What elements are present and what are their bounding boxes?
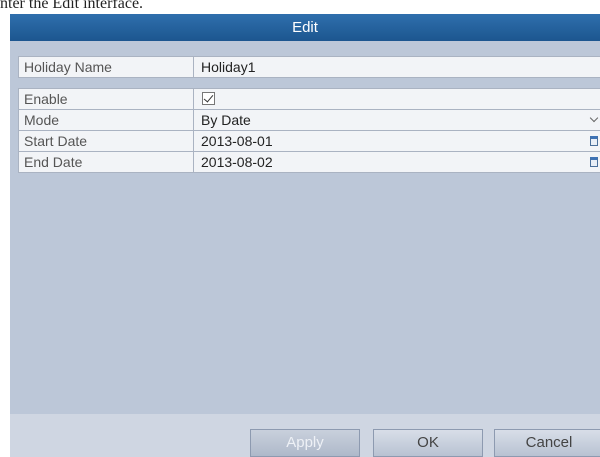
dialog-title: Edit (10, 14, 600, 41)
end-date-label: End Date (19, 152, 194, 172)
holiday-name-field[interactable]: Holiday1 (201, 57, 255, 77)
mode-select[interactable]: By Date (201, 110, 251, 130)
calendar-icon[interactable] (590, 157, 598, 167)
dialog-footer: Apply OK Cancel (10, 414, 600, 457)
start-date-row: Start Date 2013-08-01 (18, 130, 600, 152)
checkmark-icon (203, 92, 214, 103)
chevron-down-icon[interactable] (589, 113, 599, 123)
cancel-button[interactable]: Cancel (494, 429, 600, 457)
start-date-label: Start Date (19, 131, 194, 151)
mode-label: Mode (19, 110, 194, 130)
caption-text: nter the Edit interface. (0, 0, 144, 9)
apply-button[interactable]: Apply (250, 429, 360, 457)
end-date-field[interactable]: 2013-08-02 (201, 152, 273, 172)
calendar-icon[interactable] (590, 136, 598, 146)
mode-row: Mode By Date (18, 109, 600, 131)
holiday-name-row: Holiday Name Holiday1 (18, 56, 600, 78)
ok-button[interactable]: OK (373, 429, 483, 457)
dialog-content: Holiday Name Holiday1 Enable Mode By Dat… (10, 41, 600, 414)
start-date-field[interactable]: 2013-08-01 (201, 131, 273, 151)
enable-checkbox[interactable] (202, 92, 215, 105)
enable-row: Enable (18, 88, 600, 110)
enable-label: Enable (19, 89, 194, 109)
end-date-row: End Date 2013-08-02 (18, 151, 600, 173)
holiday-name-label: Holiday Name (19, 57, 194, 77)
edit-dialog: Edit Holiday Name Holiday1 Enable Mode B… (10, 14, 600, 457)
